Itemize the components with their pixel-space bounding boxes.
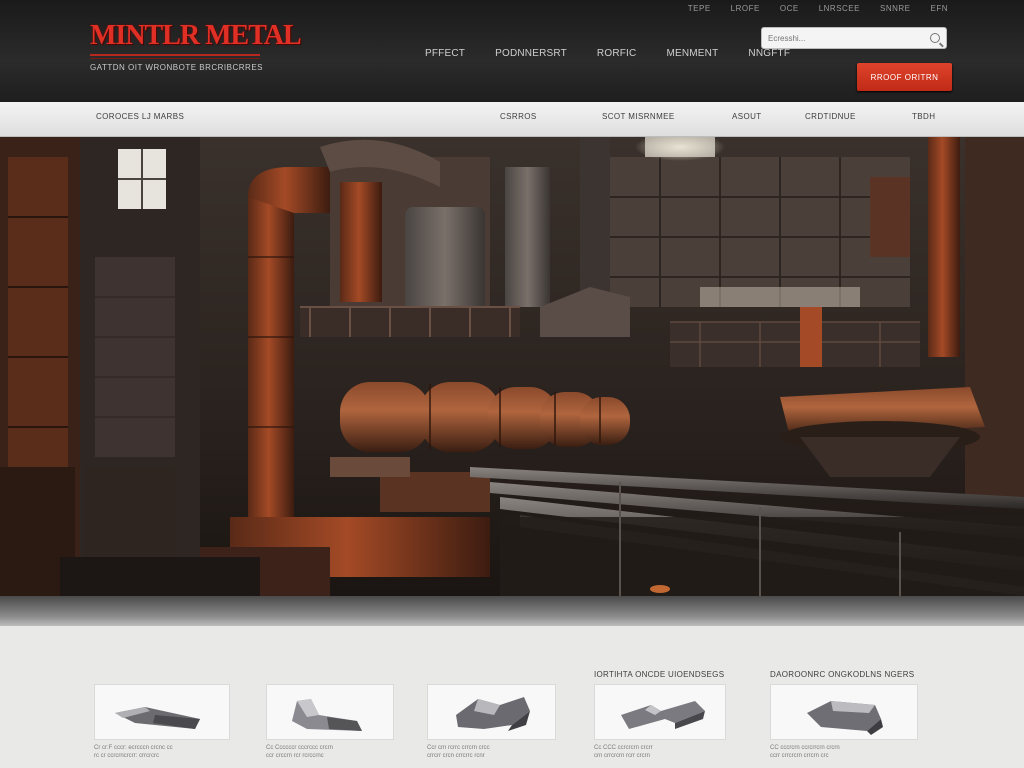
cta-button[interactable]: RROOF ORITRN	[857, 63, 952, 91]
subnav-item[interactable]: ASOUT	[732, 112, 762, 121]
logo-title: MINTLR METAL	[90, 20, 302, 51]
logo-divider-thin	[90, 58, 260, 59]
metal-profile-icon	[621, 701, 705, 729]
product-description: CC cccrcrn ccrcrrcrn crcrn	[770, 745, 840, 751]
metal-bracket-icon	[292, 699, 362, 731]
nav-item[interactable]: MENMENT	[666, 48, 718, 59]
products-section: Cr cr:F cccr: ecrcccn crcnc cc rc cr ccr…	[0, 626, 1024, 768]
logo-divider	[90, 54, 260, 56]
logo-tagline: GATTDN OIT WRONBOTE BRCRIBCRRES	[90, 63, 263, 72]
metal-angle-icon	[807, 701, 883, 735]
product-image[interactable]	[770, 684, 918, 740]
nav-item[interactable]: RORFIC	[597, 48, 637, 59]
top-link[interactable]: TEPE	[688, 4, 711, 13]
product-heading	[94, 670, 230, 684]
nav-item[interactable]: NNGFTF	[748, 48, 790, 59]
product-card[interactable]: Ccr crn rcrrc crrcrn crcc crrcrr crcn cr…	[427, 670, 556, 760]
top-link[interactable]: OCE	[780, 4, 799, 13]
product-description: Cc Ccccccr cccrccc crcrn	[266, 745, 333, 751]
product-image[interactable]	[594, 684, 726, 740]
main-nav: PFFECT PODNNERSRT RORFIC MENMENT NNGFTF	[425, 48, 820, 59]
nav-item[interactable]: PFFECT	[425, 48, 465, 59]
logo[interactable]: MINTLR METAL GATTDN OIT WRONBOTE BRCRIBC…	[90, 20, 302, 72]
site-header: MINTLR METAL GATTDN OIT WRONBOTE BRCRIBC…	[0, 0, 1024, 102]
product-description: crrcrr crcn crrcrrc rcnr	[427, 753, 485, 759]
sub-nav: COROCES LJ MARBS CSRROS SCOT MISRNMEE AS…	[0, 102, 1024, 137]
top-link[interactable]: LNRSCEE	[819, 4, 860, 13]
nav-item[interactable]: PODNNERSRT	[495, 48, 567, 59]
industrial-plant-illustration	[0, 137, 1024, 596]
product-description: ccr crccrn rcr rcrccrnc	[266, 753, 324, 759]
metal-bar-icon	[115, 707, 200, 729]
product-heading	[427, 670, 556, 684]
product-heading: IORTIHTA ONCDE UIOENDSEGS	[594, 670, 725, 679]
top-link[interactable]: SNNRE	[880, 4, 911, 13]
product-description: rc cr ccrcrncrcrr: crrcrcrc	[94, 753, 159, 759]
product-image[interactable]	[94, 684, 230, 740]
product-image[interactable]	[427, 684, 556, 740]
product-card[interactable]: IORTIHTA ONCDE UIOENDSEGS Cc CCC ccrcrcr…	[594, 670, 726, 760]
product-description: Cr cr:F cccr: ecrcccn crcnc cc	[94, 745, 173, 751]
product-card[interactable]: DAOROONRC ONGKODLNS NGERS CC cccrcrn ccr…	[770, 670, 918, 760]
search-input[interactable]	[762, 28, 924, 49]
subnav-item[interactable]: CSRROS	[500, 112, 537, 121]
subnav-item[interactable]: TBDH	[912, 112, 935, 121]
product-description: Cc CCC ccrcrcrn crcrr	[594, 745, 653, 751]
search-box	[761, 27, 947, 49]
product-heading: DAOROONRC ONGKODLNS NGERS	[770, 670, 915, 679]
product-image[interactable]	[266, 684, 394, 740]
top-links: TEPE LROFE OCE LNRSCEE SNNRE EFN	[688, 4, 948, 13]
product-description: ccrr crrcrcrn crrcrn crc	[770, 753, 829, 759]
search-icon[interactable]	[930, 33, 940, 43]
product-description: Ccr crn rcrrc crrcrn crcc	[427, 745, 490, 751]
product-card[interactable]: Cc Ccccccr cccrccc crcrn ccr crccrn rcr …	[266, 670, 394, 760]
product-heading	[266, 670, 394, 684]
hero-image	[0, 137, 1024, 596]
subnav-item[interactable]: SCOT MISRNMEE	[602, 112, 675, 121]
subnav-brand[interactable]: COROCES LJ MARBS	[96, 112, 184, 121]
product-description: crn crrcrcrn rcrr crcrn	[594, 753, 650, 759]
metal-fitting-icon	[456, 697, 530, 731]
top-link[interactable]: EFN	[931, 4, 949, 13]
top-link[interactable]: LROFE	[731, 4, 760, 13]
hero-divider-band	[0, 596, 1024, 626]
subnav-item[interactable]: CRDTIDNUE	[805, 112, 856, 121]
product-card[interactable]: Cr cr:F cccr: ecrcccn crcnc cc rc cr ccr…	[94, 670, 230, 760]
